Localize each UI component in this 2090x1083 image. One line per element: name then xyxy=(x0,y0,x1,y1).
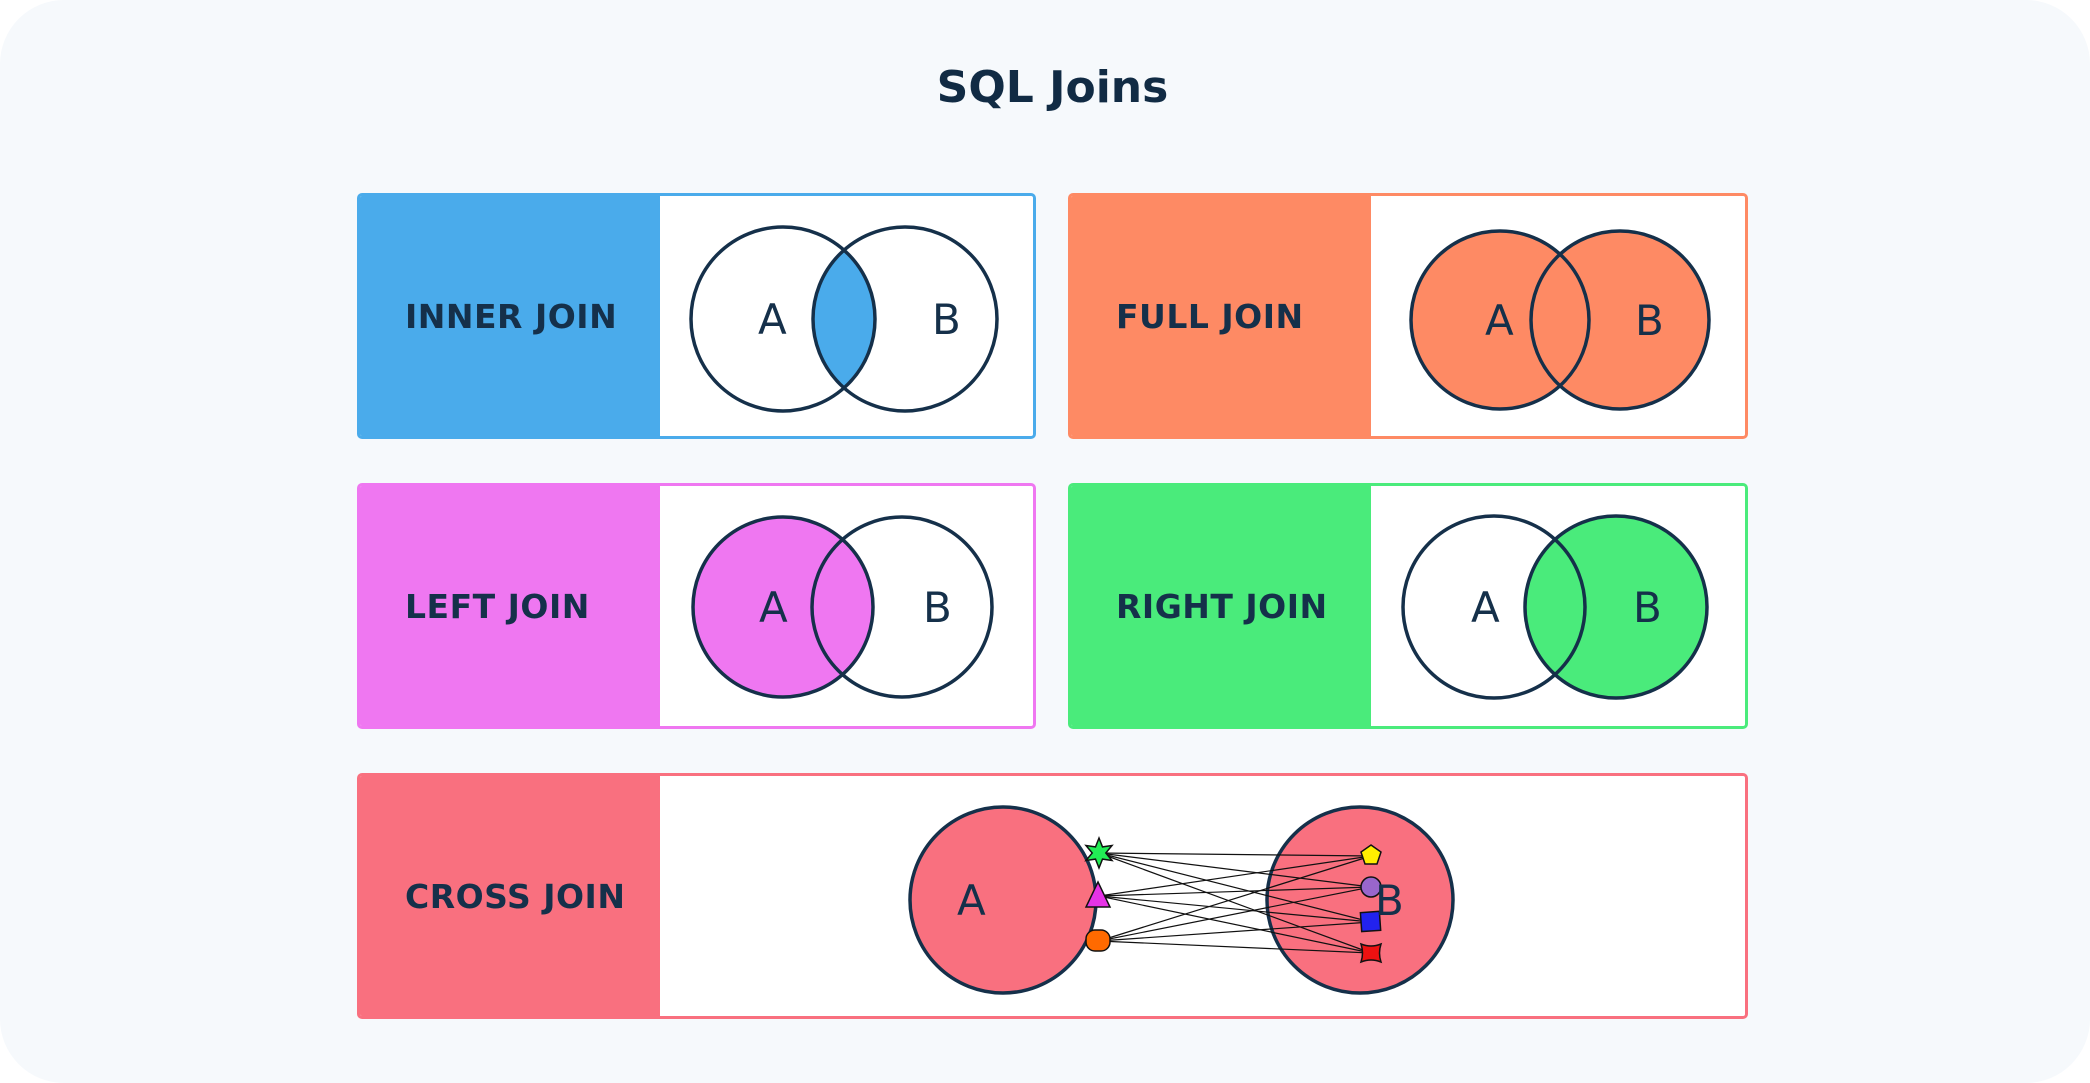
cross-join-set-b-letter: B xyxy=(1375,876,1404,925)
cross-join-set-a-letter: A xyxy=(957,876,986,925)
inner-join-panel: INNER JOIN A B xyxy=(357,193,1036,439)
left-join-set-a-letter: A xyxy=(759,583,788,632)
right-join-venn: A B xyxy=(1401,514,1709,700)
left-join-venn: A B xyxy=(691,515,994,699)
full-join-label: FULL JOIN xyxy=(1116,296,1304,336)
right-join-panel: RIGHT JOIN A B xyxy=(1068,483,1748,729)
inner-join-set-b-letter: B xyxy=(932,295,961,344)
cross-join-b-bowtie-item xyxy=(1359,942,1383,964)
right-join-set-b-letter: B xyxy=(1633,583,1662,632)
full-join-set-a-letter: A xyxy=(1485,296,1514,345)
full-join-panel: FULL JOIN A B xyxy=(1068,193,1748,439)
cross-join-a-rounded-rect-item xyxy=(1085,929,1111,952)
cross-join-set-b-circle xyxy=(1265,805,1455,995)
cross-join-panel: CROSS JOIN A B xyxy=(357,773,1748,1019)
inner-join-set-a-letter: A xyxy=(758,295,787,344)
cross-join-label-box: CROSS JOIN xyxy=(360,776,660,1016)
right-join-set-a-letter: A xyxy=(1471,583,1500,632)
inner-join-label: INNER JOIN xyxy=(405,296,618,336)
right-join-label-box: RIGHT JOIN xyxy=(1071,486,1371,726)
inner-join-label-box: INNER JOIN xyxy=(360,196,660,436)
cross-join-label: CROSS JOIN xyxy=(405,876,626,916)
page-title: SQL Joins xyxy=(936,62,1169,113)
diagram-card: SQL Joins INNER JOIN A B FULL JOIN A B L… xyxy=(0,0,2090,1083)
left-join-label: LEFT JOIN xyxy=(405,586,590,626)
cross-join-set-a-circle xyxy=(908,805,1098,995)
inner-join-venn: A B xyxy=(689,225,999,413)
full-join-venn: A B xyxy=(1409,229,1711,411)
full-join-label-box: FULL JOIN xyxy=(1071,196,1371,436)
left-join-set-b-letter: B xyxy=(923,583,952,632)
full-join-set-b-letter: B xyxy=(1635,296,1664,345)
cross-join-diagram: A B xyxy=(908,805,1455,995)
left-join-panel: LEFT JOIN A B xyxy=(357,483,1036,729)
left-join-label-box: LEFT JOIN xyxy=(360,486,660,726)
right-join-label: RIGHT JOIN xyxy=(1116,586,1328,626)
